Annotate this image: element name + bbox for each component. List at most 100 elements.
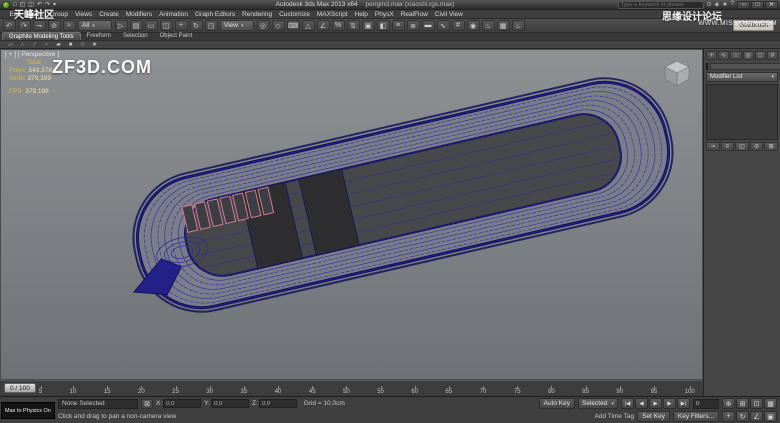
time-slider-handle[interactable]: 0 / 100	[4, 383, 36, 393]
menu-item[interactable]: Civil View	[431, 11, 466, 18]
undo-quick-icon[interactable]: ↶	[36, 1, 43, 9]
selection-filter-dropdown[interactable]: All	[78, 20, 112, 31]
menu-item[interactable]: Graph Editors	[192, 11, 239, 18]
minimize-button[interactable]: –	[737, 1, 750, 9]
go-to-end-button[interactable]: ▶|	[677, 398, 690, 409]
open-file-icon[interactable]: ◰	[19, 1, 27, 9]
modifier-stack-list[interactable]	[706, 84, 778, 140]
previous-frame-button[interactable]: ◀	[635, 398, 648, 409]
modify-tab-icon[interactable]: ∿	[718, 51, 729, 60]
application-menu-button[interactable]	[2, 1, 10, 9]
align-icon[interactable]: ≡	[392, 20, 405, 31]
keyboard-shortcut-override-icon[interactable]: ⌨	[287, 20, 300, 31]
modifier-list-dropdown[interactable]: Modifier List	[706, 72, 778, 82]
reference-coordinate-system-dropdown[interactable]: View	[220, 20, 254, 31]
search-icon[interactable]: ⊙	[706, 1, 713, 8]
set-key-button[interactable]: Set Key	[637, 411, 670, 422]
tab-freeform[interactable]: Freeform	[81, 32, 117, 40]
object-color-swatch[interactable]	[706, 63, 708, 70]
render-production-icon[interactable]: ♨	[512, 20, 525, 31]
utilities-tab-icon[interactable]: #	[767, 51, 778, 60]
pan-view-icon[interactable]: +	[722, 411, 735, 422]
menu-item[interactable]: Customize	[276, 11, 314, 18]
mirror-icon[interactable]: ◧	[377, 20, 390, 31]
wireframe-model[interactable]	[1, 50, 703, 380]
menu-item[interactable]: Group	[46, 11, 71, 18]
polygon-modeling-panel-icon[interactable]: ▱	[6, 41, 15, 48]
field-of-view-icon[interactable]: ∠	[750, 411, 763, 422]
edge-subobject-icon[interactable]: ∕	[30, 42, 39, 48]
display-tab-icon[interactable]: □	[755, 51, 766, 60]
communication-center-icon[interactable]: ◈	[714, 1, 721, 8]
max-to-physics-button[interactable]: Max to Physics On	[1, 402, 55, 419]
create-tab-icon[interactable]: +	[706, 51, 717, 60]
auto-key-button[interactable]: Auto Key	[539, 398, 575, 409]
go-to-start-button[interactable]: |◀	[621, 398, 634, 409]
curve-editor-icon[interactable]: ∿	[437, 20, 450, 31]
menu-item[interactable]: Create	[96, 11, 123, 18]
viewport-label[interactable]: [ + ] [ Perspective ]	[5, 51, 59, 58]
menu-item[interactable]: Animation	[156, 11, 192, 18]
edit-named-selection-sets-icon[interactable]: ▣	[362, 20, 375, 31]
menu-item[interactable]: Modifiers	[122, 11, 155, 18]
goz-plugin-button[interactable]: GoZbrush	[733, 20, 774, 31]
select-and-move-icon[interactable]: +	[175, 20, 188, 31]
configure-modifier-sets-icon[interactable]: ⊞	[764, 142, 778, 151]
current-frame-field[interactable]	[693, 399, 719, 409]
next-frame-button[interactable]: ▶	[663, 398, 676, 409]
zoom-region-icon[interactable]: ▦	[764, 398, 777, 409]
schematic-view-icon[interactable]: #	[452, 20, 465, 31]
rendered-frame-window-icon[interactable]: ▦	[497, 20, 510, 31]
select-and-rotate-icon[interactable]: ↻	[190, 20, 203, 31]
spinner-snap-icon[interactable]: ⇅	[347, 20, 360, 31]
new-scene-icon[interactable]: □	[12, 1, 18, 9]
modify-selection-icon[interactable]: ☆	[78, 41, 87, 48]
z-coordinate-field[interactable]	[259, 399, 297, 408]
select-and-scale-icon[interactable]: ◳	[205, 20, 218, 31]
graphite-ribbon-toggle-icon[interactable]: ▬	[422, 20, 435, 31]
menu-item[interactable]: RealFlow	[397, 11, 431, 18]
undo-icon[interactable]: ↶	[3, 20, 16, 31]
make-unique-icon[interactable]: ◱	[735, 142, 749, 151]
border-subobject-icon[interactable]: ▫	[42, 42, 51, 48]
restore-button[interactable]: □	[751, 1, 764, 9]
menu-item[interactable]: Rendering	[239, 11, 276, 18]
material-editor-icon[interactable]: ◉	[467, 20, 480, 31]
y-coordinate-field[interactable]	[211, 399, 249, 408]
use-pivot-point-center-icon[interactable]: ◎	[257, 20, 270, 31]
snaps-toggle-icon[interactable]: △	[302, 20, 315, 31]
angle-snap-icon[interactable]: ∠	[317, 20, 330, 31]
remove-modifier-icon[interactable]: ⊘	[750, 142, 764, 151]
tab-graphite-modeling-tools[interactable]: Graphite Modeling Tools	[2, 32, 81, 40]
hierarchy-tab-icon[interactable]: ⌂	[730, 51, 741, 60]
unlink-selection-icon[interactable]: ⊘	[48, 20, 61, 31]
menu-item[interactable]: MAXScript	[313, 11, 351, 18]
perspective-viewport[interactable]: [ + ] [ Perspective ] Total Polys: 543,3…	[0, 49, 703, 380]
window-crossing-icon[interactable]: ◫	[160, 20, 173, 31]
favorites-icon[interactable]: ★	[721, 1, 728, 8]
play-button[interactable]: ▶	[649, 398, 662, 409]
bind-to-space-warp-icon[interactable]: ≈	[63, 20, 76, 31]
save-file-icon[interactable]: ◫	[27, 1, 35, 9]
menu-item[interactable]: Tools	[24, 11, 46, 18]
vertex-subobject-icon[interactable]: ∴	[18, 41, 27, 48]
menu-item[interactable]: Edit	[6, 11, 24, 18]
object-name-field[interactable]	[710, 63, 780, 70]
add-time-tag[interactable]: Add Time Tag	[594, 413, 634, 420]
select-and-manipulate-icon[interactable]: ◇	[272, 20, 285, 31]
zoom-extents-icon[interactable]: ⊡	[750, 398, 763, 409]
menu-item[interactable]: Views	[71, 11, 95, 18]
redo-icon[interactable]: ↷	[18, 20, 31, 31]
lock-selection-icon[interactable]: ⊠	[141, 399, 153, 409]
zoom-all-icon[interactable]: ⊞	[736, 398, 749, 409]
viewcube[interactable]	[662, 58, 692, 88]
select-by-name-icon[interactable]: ▤	[130, 20, 143, 31]
select-object-icon[interactable]: ▷	[115, 20, 128, 31]
menu-item[interactable]: PhysX	[371, 11, 397, 18]
show-end-result-icon[interactable]: ≡	[721, 142, 735, 151]
element-subobject-icon[interactable]: ■	[66, 42, 75, 48]
infocenter-search-input[interactable]	[618, 1, 704, 9]
pin-stack-icon[interactable]: ⊸	[706, 142, 720, 151]
maximize-viewport-toggle-icon[interactable]: ▣	[764, 411, 777, 422]
time-track-bar[interactable]: 0 / 100 05101520253035404550556065707580…	[0, 380, 703, 396]
